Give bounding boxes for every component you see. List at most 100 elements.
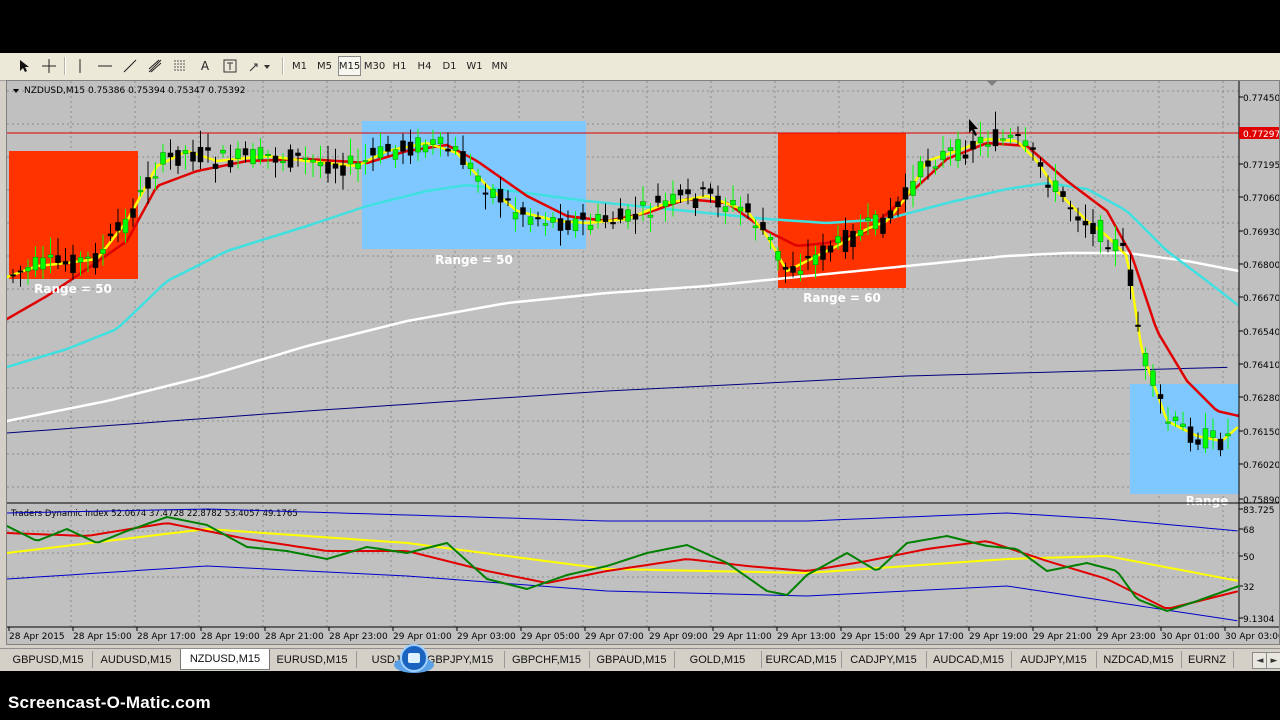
candle-body — [17, 270, 24, 273]
candle-body — [835, 236, 841, 244]
chart-tab-eurcad-m15[interactable]: EURCAD,M15 — [761, 651, 842, 668]
candle-body — [265, 153, 271, 156]
candle-body — [535, 217, 541, 220]
candle-body — [497, 188, 504, 203]
crosshair-icon[interactable] — [38, 56, 60, 76]
timeframe-m5-button[interactable]: M5 — [313, 56, 336, 76]
price-tick-label: 0.76670 — [1243, 294, 1279, 304]
indicator-tick-label: 68 — [1243, 526, 1255, 536]
candle-body — [32, 256, 39, 271]
candle-body — [40, 257, 46, 270]
candle-body — [565, 220, 571, 230]
time-tick-label: 29 Apr 09:00 — [649, 632, 708, 642]
chart-tab-nzdcad-m15[interactable]: NZDCAD,M15 — [1096, 651, 1182, 668]
chart-tab-nzdusd-m15[interactable]: NZDUSD,M15 — [180, 649, 270, 670]
arrows-dropdown-icon[interactable] — [245, 56, 275, 76]
candle-body — [212, 163, 219, 169]
candle-body — [1082, 220, 1089, 226]
text-label-icon[interactable] — [220, 56, 240, 76]
timeframe-w1-button[interactable]: W1 — [463, 56, 486, 76]
candle-body — [85, 256, 91, 259]
chart-tab-gbpchf-m15[interactable]: GBPCHF,M15 — [504, 651, 590, 668]
candle-body — [745, 203, 751, 213]
chart-toolbar: A M1 M5 M15 M30 H1 H4 D1 W1 MN — [0, 53, 1280, 81]
candle-body — [1165, 421, 1171, 424]
candle-body — [812, 254, 819, 266]
candle-body — [632, 213, 639, 220]
candle-body — [182, 150, 189, 154]
candle-body — [1090, 222, 1096, 234]
candle-body — [415, 137, 421, 153]
candle-body — [452, 146, 459, 151]
chart-tab-gbpusd-m15[interactable]: GBPUSD,M15 — [4, 651, 93, 668]
candle-body — [902, 187, 909, 200]
candle-body — [752, 225, 759, 229]
candle-body — [1120, 242, 1126, 246]
price-tick-label: 0.75890 — [1243, 496, 1279, 506]
timeframe-m15-button[interactable]: M15 — [338, 56, 361, 76]
text-icon[interactable]: A — [195, 56, 215, 76]
timeframe-h4-button[interactable]: H4 — [413, 56, 436, 76]
price-chart[interactable]: Range = 50 Range = 50 Range = 60 Range NZDUS… — [7, 81, 1279, 644]
candle-body — [460, 151, 466, 165]
tabs-scroll-right-button[interactable]: ► — [1266, 652, 1280, 669]
timeframe-mn-button[interactable]: MN — [488, 56, 511, 76]
chart-tab-cadjpy-m15[interactable]: CADJPY,M15 — [841, 651, 927, 668]
chart-tab-gbpaud-m15[interactable]: GBPAUD,M15 — [589, 651, 675, 668]
candle-body — [1030, 147, 1036, 150]
candle-body — [1157, 394, 1164, 399]
fibonacci-icon[interactable] — [170, 56, 190, 76]
cursor-icon[interactable] — [14, 56, 34, 76]
candle-body — [790, 266, 796, 273]
timeframe-d1-button[interactable]: D1 — [438, 56, 461, 76]
chart-header: NZDUSD,M15 0.75386 0.75394 0.75347 0.753… — [24, 86, 245, 96]
candle-body — [670, 193, 676, 205]
candle-body — [490, 188, 496, 198]
candle-body — [722, 206, 729, 212]
candle-body — [355, 162, 361, 170]
candle-body — [857, 230, 864, 236]
time-tick-label: 29 Apr 13:00 — [777, 632, 836, 642]
time-tick-label: 30 Apr 01:00 — [1161, 632, 1220, 642]
chart-tab-audcad-m15[interactable]: AUDCAD,M15 — [926, 651, 1012, 668]
candle-body — [992, 129, 999, 147]
chart-tab-audjpy-m15[interactable]: AUDJPY,M15 — [1011, 651, 1097, 668]
horizontal-line-icon[interactable] — [95, 56, 115, 76]
candle-body — [430, 139, 436, 145]
vertical-line-icon[interactable] — [70, 56, 90, 76]
candle-body — [1067, 207, 1074, 210]
channel-icon[interactable] — [145, 56, 165, 76]
candle-body — [542, 223, 549, 226]
candle-body — [865, 217, 871, 221]
time-tick-label: 29 Apr 19:00 — [969, 632, 1028, 642]
candle-body — [370, 147, 376, 156]
time-tick-label: 29 Apr 01:00 — [393, 632, 452, 642]
indicator-tick-label: 9.1304 — [1243, 615, 1275, 625]
timeframe-h1-button[interactable]: H1 — [388, 56, 411, 76]
candle-body — [340, 165, 346, 176]
candle-body — [760, 222, 766, 231]
candle-body — [707, 188, 714, 194]
candle-body — [295, 152, 301, 156]
candle-body — [317, 162, 324, 167]
chart-tab-audusd-m15[interactable]: AUDUSD,M15 — [92, 651, 181, 668]
candle-body — [1202, 428, 1209, 449]
candle-body — [782, 266, 789, 270]
chart-tab-gold-m15[interactable]: GOLD,M15 — [674, 651, 762, 668]
candle-body — [917, 161, 924, 178]
chart-tab-eurnz[interactable]: EURNZ — [1181, 651, 1234, 668]
chart-tab-eurusd-m15[interactable]: EURUSD,M15 — [268, 651, 357, 668]
candle-body — [467, 162, 474, 169]
candle-body — [302, 157, 309, 160]
candle-body — [377, 146, 384, 158]
trendline-icon[interactable] — [120, 56, 140, 76]
candle-body — [92, 253, 99, 268]
candle-body — [1045, 184, 1051, 188]
chart-window[interactable]: Range = 50 Range = 50 Range = 60 Range NZDUS… — [6, 80, 1280, 645]
candle-body — [647, 214, 654, 218]
candle-body — [167, 152, 174, 158]
timeframe-m30-button[interactable]: M30 — [363, 56, 386, 76]
candle-body — [572, 218, 579, 232]
screencast-recorder-icon — [394, 644, 434, 673]
timeframe-m1-button[interactable]: M1 — [288, 56, 311, 76]
